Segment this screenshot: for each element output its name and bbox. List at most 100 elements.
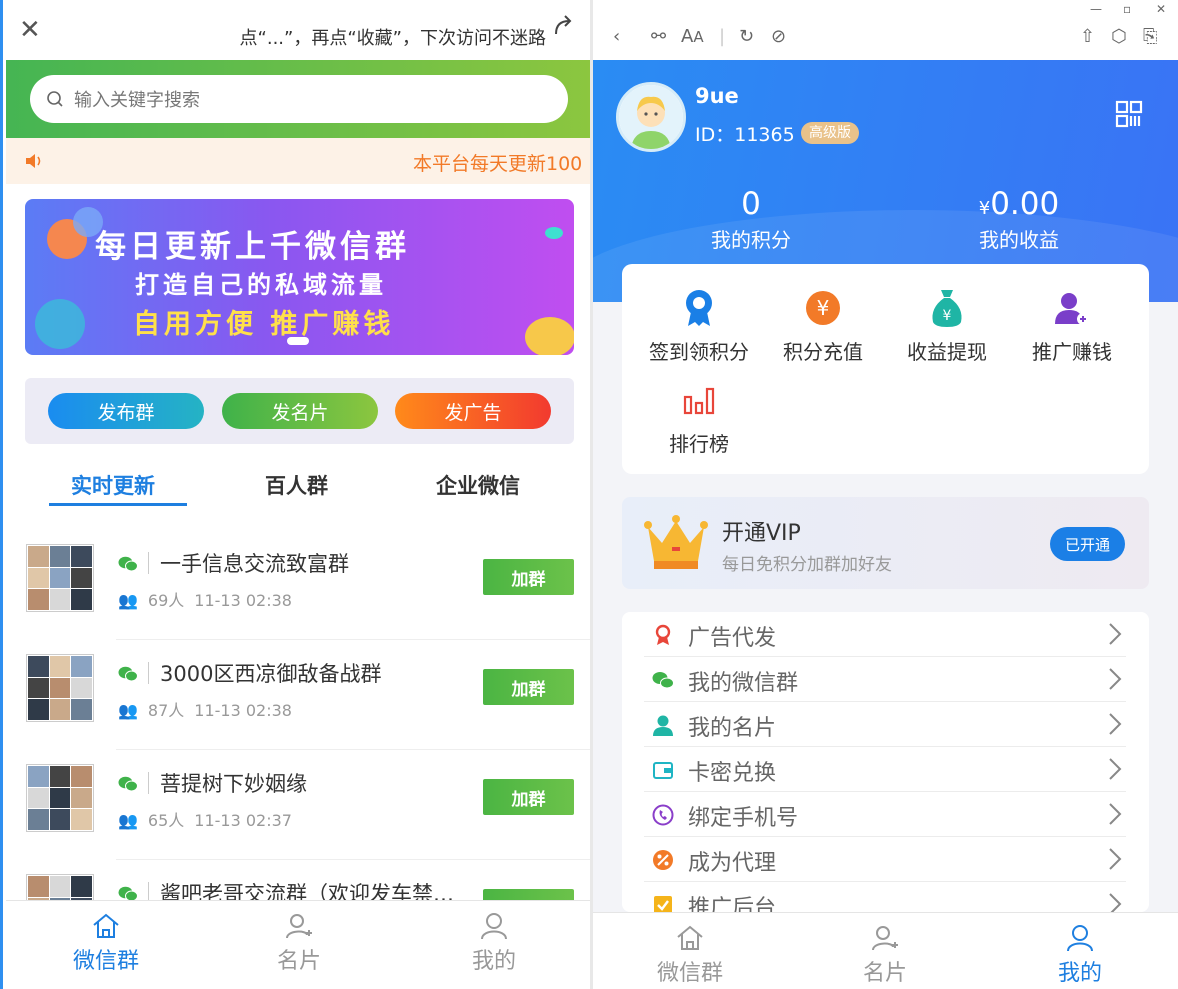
thumb-tile (71, 787, 92, 809)
menu-item[interactable]: 我的名片 (644, 702, 1126, 747)
cube-icon[interactable]: ⬡ (1111, 26, 1131, 47)
thumb-tile (28, 589, 49, 610)
tab-enterprise-wechat[interactable]: 企业微信 (436, 470, 520, 500)
thumb-tile (49, 567, 71, 589)
tab-hundred-groups[interactable]: 百人群 (265, 470, 328, 500)
font-size-icon[interactable]: AA (681, 26, 704, 47)
publish-card-button[interactable]: 发名片 (222, 393, 378, 429)
yen-coin-icon: ¥ (806, 291, 840, 325)
group-name: 3000区西凉御敌备战群 (160, 662, 382, 686)
menu-item[interactable]: 推广后台 (644, 882, 1126, 912)
notice-text: 本平台每天更新100 (413, 153, 583, 175)
nav-cards[interactable]: 名片 (239, 909, 359, 975)
thumb-tile (49, 787, 71, 809)
feature-label: 积分充值 (783, 340, 863, 364)
notice-bar: 本平台每天更新100 (6, 138, 590, 184)
nav-cards[interactable]: 名片 (825, 921, 945, 987)
share-icon[interactable]: ⇧ (1080, 26, 1100, 47)
feature-recharge[interactable]: ¥ 积分充值 (761, 286, 885, 365)
qr-code-icon[interactable] (1115, 100, 1143, 128)
points-stat[interactable]: 0 我的积分 (651, 186, 851, 253)
open-window-icon[interactable]: ⎘ (1143, 26, 1163, 47)
money-bag-icon: ¥ (932, 290, 962, 327)
thumb-tile (28, 876, 49, 897)
feature-withdraw[interactable]: ¥ 收益提现 (885, 286, 1009, 365)
membership-badge: 高级版 (801, 122, 859, 144)
phone-icon (652, 804, 674, 826)
checkbox-icon (654, 896, 672, 912)
menu-item[interactable]: 卡密兑换 (644, 747, 1126, 792)
wechat-icon (118, 776, 138, 792)
minimize-icon[interactable]: — (1090, 2, 1102, 16)
group-meta: 👥 87人 11-13 02:38 (118, 697, 302, 721)
thumb-tile (71, 766, 92, 787)
bottom-nav: 微信群 名片 我的 (593, 912, 1178, 989)
thumb-tile (28, 656, 49, 677)
menu-label: 我的名片 (688, 716, 777, 741)
group-list-item[interactable]: 菩提树下妙姻缘 👥 65人 11-13 02:37 加群 (6, 750, 590, 860)
wechat-icon (118, 666, 138, 682)
share-arrow-icon[interactable] (552, 14, 574, 36)
search-bar: 输入关键字搜索 (6, 60, 590, 138)
join-group-button[interactable]: 加群 (483, 669, 574, 705)
balloon-decoration (525, 317, 574, 355)
vip-status-button[interactable]: 已开通 (1050, 527, 1125, 561)
settings-menu: 广告代发 我的微信群我的名片卡密兑换 绑定手机号成为代理推广后台 (622, 612, 1149, 912)
menu-label: 成为代理 (688, 851, 777, 876)
feature-label: 收益提现 (907, 340, 987, 364)
bottom-nav: 微信群 名片 我的 (6, 900, 590, 989)
menu-item[interactable]: 绑定手机号 (644, 792, 1126, 837)
chevron-right-icon (1109, 893, 1122, 912)
menu-item[interactable]: 我的微信群 (644, 657, 1126, 702)
feature-leaderboard[interactable]: 排行榜 (637, 378, 761, 457)
publish-group-button[interactable]: 发布群 (48, 393, 204, 429)
update-time: 11-13 02:37 (194, 811, 292, 830)
thumb-tile (49, 876, 71, 897)
back-icon[interactable]: ‹ (613, 26, 633, 47)
nav-mine[interactable]: 我的 (434, 909, 554, 975)
nav-mine[interactable]: 我的 (1020, 921, 1140, 987)
thumb-tile (71, 876, 92, 897)
window-close-icon[interactable]: ✕ (1156, 2, 1166, 16)
link-icon[interactable]: ⚯ (651, 26, 671, 47)
tab-realtime[interactable]: 实时更新 (71, 470, 155, 500)
update-time: 11-13 02:38 (194, 701, 292, 720)
group-meta: 👥 69人 11-13 02:38 (118, 587, 302, 611)
refresh-icon[interactable]: ↻ (739, 26, 759, 47)
avatar[interactable] (616, 82, 686, 152)
menu-item[interactable]: 广告代发 (644, 612, 1126, 657)
thumb-tile (49, 656, 71, 677)
thumb-tile (49, 589, 71, 610)
join-group-button[interactable]: 加群 (483, 559, 574, 595)
join-group-button[interactable]: 加群 (483, 779, 574, 815)
earnings-value: ¥0.00 (919, 186, 1119, 222)
thumb-tile (28, 677, 49, 699)
publish-ad-button[interactable]: 发广告 (395, 393, 551, 429)
crown-icon (644, 515, 708, 569)
points-value: 0 (651, 186, 851, 222)
group-avatar-grid (26, 654, 94, 722)
browser-toolbar: — ▫ ✕ ‹ ⚯ AA | ↻ ⊘ ⇧ ⬡ ⎘ (593, 0, 1178, 60)
search-placeholder: 输入关键字搜索 (74, 90, 200, 111)
percent-icon (653, 850, 673, 870)
group-list-item[interactable]: 3000区西凉御敌备战群 👥 87人 11-13 02:38 加群 (6, 640, 590, 750)
compass-icon[interactable]: ⊘ (771, 26, 791, 47)
feature-checkin[interactable]: 签到领积分 (637, 286, 761, 365)
group-list-item[interactable]: 一手信息交流致富群 👥 69人 11-13 02:38 加群 (6, 530, 590, 640)
chevron-right-icon (1109, 623, 1122, 645)
maximize-icon[interactable]: ▫ (1123, 2, 1131, 16)
thumb-tile (49, 809, 71, 830)
nav-wechat-groups[interactable]: 微信群 (630, 921, 750, 987)
nav-wechat-groups[interactable]: 微信群 (46, 909, 166, 975)
menu-label: 推广后台 (688, 896, 777, 912)
search-input[interactable]: 输入关键字搜索 (30, 75, 568, 123)
feature-label: 签到领积分 (649, 340, 749, 364)
earnings-stat[interactable]: ¥0.00 我的收益 (919, 186, 1119, 253)
vip-card[interactable]: 开通VIP 每日免积分加群加好友 已开通 (622, 497, 1149, 589)
close-icon[interactable]: ✕ (19, 15, 49, 45)
carousel-indicator[interactable] (287, 337, 309, 345)
menu-item[interactable]: 成为代理 (644, 837, 1126, 882)
chevron-right-icon (1109, 848, 1122, 870)
feature-promote[interactable]: 推广赚钱 (1010, 286, 1134, 365)
promo-banner[interactable]: 每日更新上千微信群 打造自己的私域流量 自用方便 推广赚钱 (25, 199, 574, 355)
